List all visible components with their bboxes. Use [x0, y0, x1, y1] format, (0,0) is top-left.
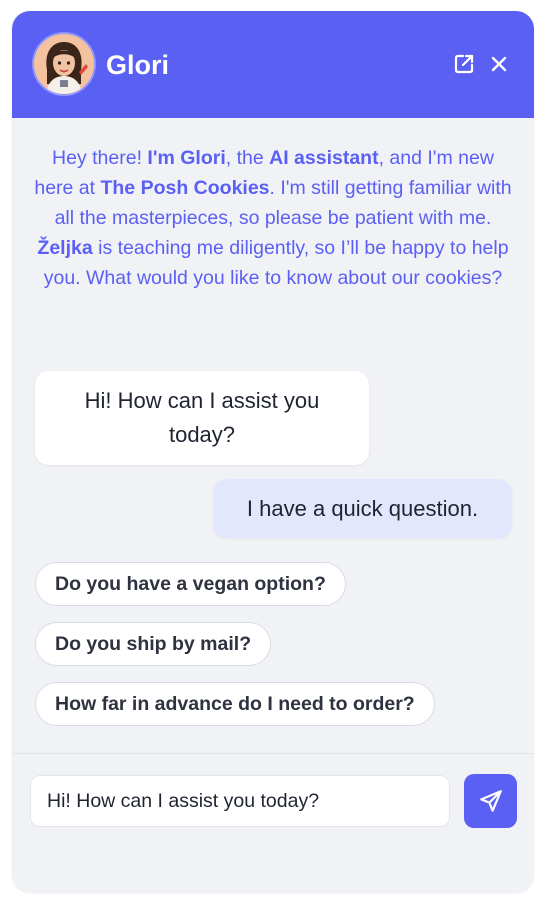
- user-message-bubble: I have a quick question.: [213, 479, 512, 538]
- chat-widget: Glori Hey there! I'm Glori, the AI assis…: [12, 11, 534, 893]
- suggestion-chip[interactable]: Do you have a vegan option?: [35, 562, 346, 606]
- suggestion-chip[interactable]: Do you ship by mail?: [35, 622, 272, 666]
- external-link-icon[interactable]: [451, 51, 477, 77]
- intro-message: Hey there! I'm Glori, the AI assistant, …: [34, 147, 512, 289]
- suggestion-chip[interactable]: How far in advance do I need to order?: [35, 682, 435, 726]
- message-input[interactable]: Hi! How can I assist you today?: [30, 775, 450, 827]
- assistant-avatar: [34, 34, 94, 94]
- assistant-name: Glori: [106, 50, 170, 80]
- bot-message-bubble: Hi! How can I assist you today?: [35, 371, 369, 465]
- send-icon: [479, 790, 502, 812]
- chat-header: Glori: [12, 11, 534, 118]
- composer-divider: [12, 753, 534, 754]
- send-button[interactable]: [464, 774, 517, 828]
- close-icon[interactable]: [486, 51, 512, 77]
